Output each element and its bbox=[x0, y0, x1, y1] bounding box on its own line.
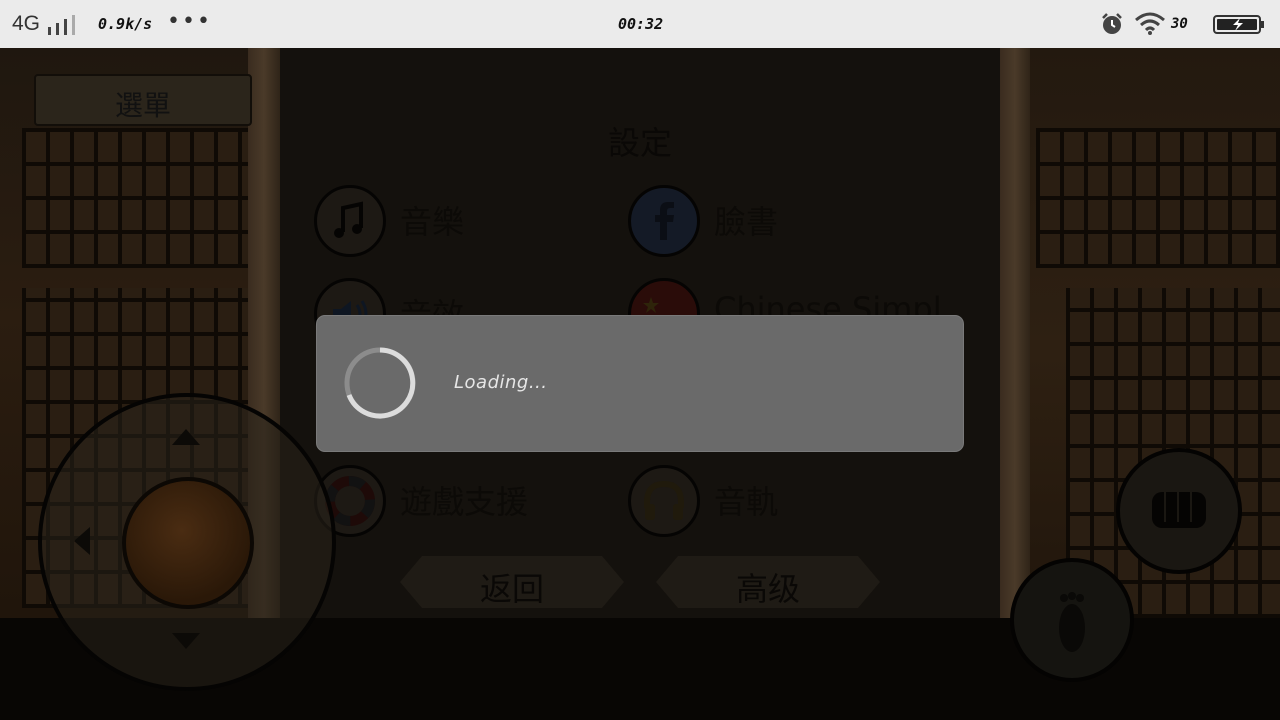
menu-button[interactable]: 選單 bbox=[34, 74, 252, 126]
loading-text: Loading... bbox=[454, 372, 548, 393]
option-soundtrack[interactable]: 音軌 bbox=[628, 465, 928, 537]
wifi-speed: 30 bbox=[1171, 16, 1188, 32]
shoji-wall-upper-left bbox=[22, 128, 248, 268]
fist-icon[interactable] bbox=[1116, 448, 1242, 574]
alarm-clock-icon bbox=[1102, 13, 1122, 34]
joystick-icon[interactable] bbox=[38, 393, 336, 691]
option-game-support[interactable]: 遊戲支援 bbox=[314, 465, 614, 537]
joystick-knob[interactable] bbox=[122, 477, 254, 609]
headphones-icon bbox=[628, 465, 700, 537]
settings-title: 設定 bbox=[607, 124, 672, 162]
more-dots-icon: ••• bbox=[167, 9, 212, 34]
cell-signal-icon bbox=[48, 15, 75, 35]
option-music-label: 音樂 bbox=[400, 203, 465, 241]
joystick-left-arrow-icon bbox=[74, 527, 90, 555]
joystick-up-arrow-icon bbox=[172, 429, 200, 445]
option-music[interactable]: 音樂 bbox=[314, 185, 574, 257]
advanced-button[interactable]: 高级 bbox=[656, 556, 880, 608]
status-bar: 4G 0.9k/s ••• 00:32 30 bbox=[0, 0, 1280, 48]
music-note-icon bbox=[314, 185, 386, 257]
facebook-icon bbox=[628, 185, 700, 257]
advanced-button-label: 高级 bbox=[735, 570, 800, 608]
back-button[interactable]: 返回 bbox=[400, 556, 624, 608]
foot-icon[interactable] bbox=[1010, 558, 1134, 682]
option-soundtrack-label: 音軌 bbox=[714, 483, 779, 521]
menu-button-label: 選單 bbox=[114, 89, 171, 122]
back-button-label: 返回 bbox=[479, 570, 544, 608]
clock: 00:32 bbox=[618, 15, 664, 33]
wifi-icon bbox=[1135, 12, 1165, 35]
option-game-support-label: 遊戲支援 bbox=[400, 483, 529, 521]
option-facebook-label: 臉書 bbox=[714, 203, 779, 241]
spinner-icon bbox=[344, 347, 416, 419]
shoji-wall-upper-right bbox=[1036, 128, 1280, 268]
loading-dialog: Loading... bbox=[316, 315, 964, 452]
option-facebook[interactable]: 臉書 bbox=[628, 185, 968, 257]
battery-charging-icon bbox=[1213, 15, 1264, 34]
joystick-down-arrow-icon bbox=[172, 633, 200, 649]
network-type: 4G bbox=[12, 12, 41, 35]
network-speed: 0.9k/s bbox=[98, 15, 153, 33]
